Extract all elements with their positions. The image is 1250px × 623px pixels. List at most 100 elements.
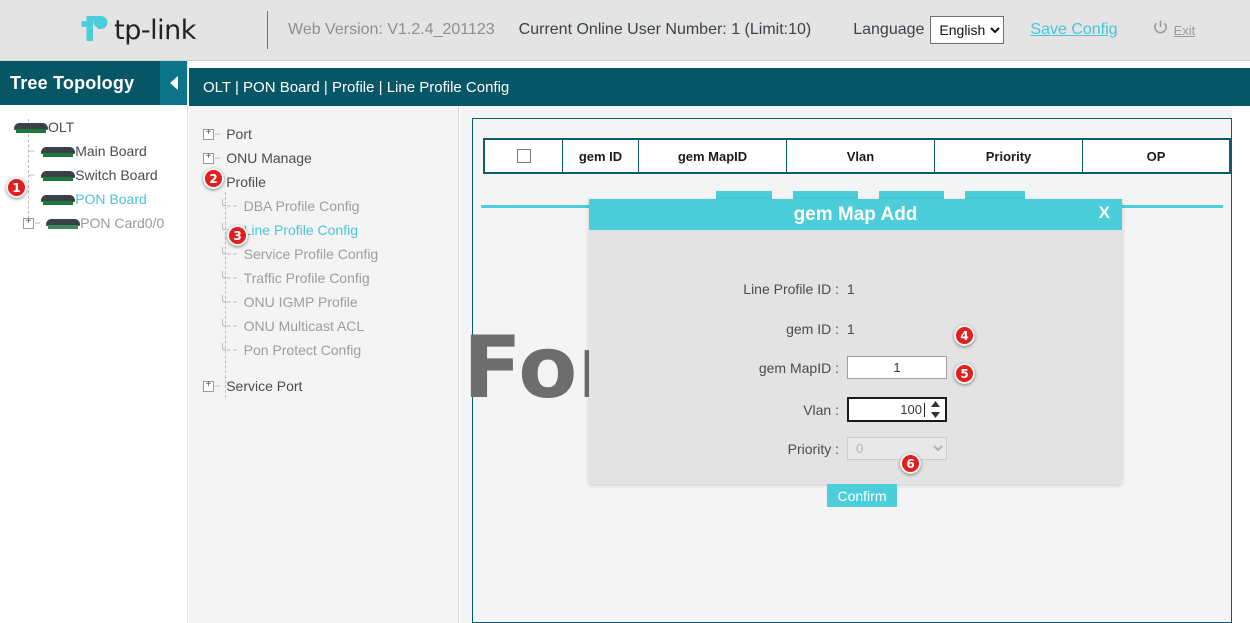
step-badge-2: 2: [203, 168, 224, 189]
nav-item-label: Service Profile Config: [244, 246, 379, 262]
nav-item-label: Traffic Profile Config: [244, 270, 370, 286]
tree-topology-body: OLT – Main Board – Switch Board PON Boar…: [0, 105, 187, 235]
nav-item-service-profile-config[interactable]: └-- Service Profile Config: [189, 242, 458, 266]
field-label: Priority :: [589, 441, 847, 457]
web-version-label: Web Version: V1.2.4_201123: [288, 21, 495, 39]
table-col-priority: Priority: [935, 140, 1083, 172]
gem-map-table-header: gem ID gem MapID Vlan Priority OP: [483, 138, 1231, 174]
nav-item-onu-igmp-profile[interactable]: └-- ONU IGMP Profile: [189, 290, 458, 314]
device-icon: [14, 121, 48, 134]
language-label: Language: [853, 21, 924, 39]
header-divider: [267, 11, 268, 49]
nav-menu-panel: + – Port + – ONU Manage + – Profile └-- …: [189, 106, 459, 623]
field-label: gem ID :: [589, 321, 847, 337]
tree-branch-dash: –: [34, 216, 41, 230]
tree-branch-dash: [28, 192, 35, 206]
field-priority: Priority : 0: [589, 437, 1122, 460]
table-col-select: [485, 140, 563, 172]
confirm-button[interactable]: Confirm: [827, 484, 897, 507]
table-col-gem-mapid: gem MapID: [639, 140, 787, 172]
step-badge-3: 3: [227, 225, 248, 246]
nav-item-traffic-profile-config[interactable]: └-- Traffic Profile Config: [189, 266, 458, 290]
nav-item-label: ONU Multicast ACL: [244, 318, 365, 334]
spinner-arrows-icon[interactable]: [929, 401, 942, 418]
nav-item-label: Profile: [226, 174, 266, 190]
device-icon: [41, 193, 75, 206]
step-badge-6: 6: [900, 453, 921, 474]
tree-node-switch-board[interactable]: – Switch Board: [0, 163, 187, 187]
branch-dash: └--: [219, 295, 238, 309]
expand-plus-icon[interactable]: +: [203, 129, 214, 140]
tree-branch-dash: –: [28, 168, 35, 182]
nav-item-profile[interactable]: + – Profile: [189, 170, 458, 194]
tree-node-olt[interactable]: OLT: [0, 115, 187, 139]
language-select[interactable]: English: [930, 16, 1004, 44]
tree-node-label: PON Board: [75, 191, 147, 207]
nav-item-onu-multicast-acl[interactable]: └-- ONU Multicast ACL: [189, 314, 458, 338]
dialog-body: Line Profile ID : 1 gem ID : 1 gem MapID…: [589, 230, 1122, 484]
tp-link-logo-icon: [72, 13, 110, 47]
field-value: 1: [847, 321, 855, 337]
nav-item-label: Port: [226, 126, 252, 142]
tree-node-pon-card[interactable]: + – PON Card0/0: [0, 211, 187, 235]
branch-dash: –: [214, 151, 220, 165]
expand-plus-icon[interactable]: +: [203, 153, 214, 164]
field-gem-mapid: gem MapID :: [589, 356, 1122, 379]
tree-node-pon-board[interactable]: PON Board: [0, 187, 187, 211]
expand-plus-icon[interactable]: +: [23, 218, 34, 229]
exit-link[interactable]: Exit: [1174, 23, 1196, 38]
save-config-link[interactable]: Save Config: [1030, 21, 1117, 39]
tree-topology-header: Tree Topology: [0, 61, 187, 105]
field-vlan: Vlan :: [589, 397, 1122, 422]
priority-select[interactable]: 0: [847, 437, 947, 460]
power-icon: [1152, 19, 1169, 41]
branch-dash: –: [214, 379, 220, 393]
table-col-op: OP: [1083, 140, 1229, 172]
close-icon[interactable]: X: [1099, 203, 1110, 223]
app-header: tp-link Web Version: V1.2.4_201123 Curre…: [0, 0, 1250, 61]
nav-item-label: Line Profile Config: [244, 222, 358, 238]
nav-item-pon-protect-config[interactable]: └-- Pon Protect Config: [189, 338, 458, 362]
tree-topology-title: Tree Topology: [10, 73, 134, 94]
tree-topology-panel: Tree Topology OLT – Main Board – Switch …: [0, 61, 188, 623]
tree-node-label: Switch Board: [75, 167, 157, 183]
field-gem-id: gem ID : 1: [589, 321, 1122, 337]
select-all-checkbox[interactable]: [517, 149, 531, 163]
field-label: Line Profile ID :: [589, 281, 847, 297]
tree-node-label: OLT: [48, 119, 74, 135]
nav-item-port[interactable]: + – Port: [189, 122, 458, 146]
nav-item-label: ONU Manage: [226, 150, 312, 166]
dialog-title: gem Map Add: [794, 204, 918, 226]
branch-dash: └--: [219, 271, 238, 285]
tree-node-main-board[interactable]: – Main Board: [0, 139, 187, 163]
tree-node-label: PON Card0/0: [80, 215, 164, 231]
field-value: 1: [847, 281, 855, 297]
step-badge-5: 5: [954, 363, 975, 384]
brand-logo: tp-link: [0, 0, 268, 60]
dialog-actions: Confirm: [589, 484, 1122, 507]
gem-mapid-input[interactable]: [847, 356, 947, 379]
vlan-spinner[interactable]: [847, 397, 947, 422]
breadcrumb: OLT | PON Board | Profile | Line Profile…: [203, 79, 509, 96]
device-icon: [46, 217, 80, 230]
text-caret: [924, 403, 925, 417]
nav-item-service-port[interactable]: + – Service Port: [189, 374, 458, 398]
table-col-vlan: Vlan: [787, 140, 935, 172]
right-gutter: [1232, 106, 1250, 623]
tree-branch-dash: –: [28, 144, 35, 158]
online-user-label: Current Online User Number: 1 (Limit:10): [519, 21, 812, 39]
expand-plus-icon[interactable]: +: [203, 381, 214, 392]
branch-dash: └--: [219, 343, 238, 357]
field-label: Vlan :: [589, 402, 847, 418]
nav-item-onu-manage[interactable]: + – ONU Manage: [189, 146, 458, 170]
step-badge-1: 1: [6, 177, 27, 198]
nav-item-label: ONU IGMP Profile: [244, 294, 358, 310]
field-label: gem MapID :: [589, 360, 847, 376]
chevron-left-icon[interactable]: [160, 61, 187, 105]
nav-item-label: Pon Protect Config: [244, 342, 362, 358]
step-badge-4: 4: [954, 325, 975, 346]
breadcrumb-bar: OLT | PON Board | Profile | Line Profile…: [189, 68, 1250, 106]
branch-dash: –: [214, 127, 220, 141]
nav-item-dba-profile-config[interactable]: └-- DBA Profile Config: [189, 194, 458, 218]
vlan-input[interactable]: [849, 399, 923, 420]
